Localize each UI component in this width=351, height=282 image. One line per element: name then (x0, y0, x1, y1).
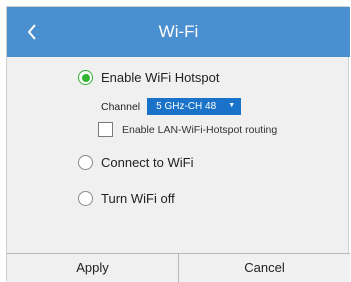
channel-select[interactable]: 5 GHz-CH 48 ▼ (147, 98, 242, 115)
wifi-dialog: Wi-Fi Enable WiFi Hotspot Channel 5 GHz-… (6, 6, 350, 282)
back-button[interactable] (17, 14, 47, 50)
dropdown-caret-icon: ▼ (228, 102, 236, 109)
chevron-left-icon (27, 24, 36, 40)
channel-label: Channel (101, 100, 141, 113)
turn-wifi-off-radio[interactable] (78, 191, 93, 206)
footer-bar: Apply Cancel (7, 253, 350, 282)
connect-wifi-option[interactable]: Connect to WiFi (78, 155, 193, 170)
channel-select-value: 5 GHz-CH 48 (156, 101, 217, 112)
turn-wifi-off-option[interactable]: Turn WiFi off (78, 191, 175, 206)
turn-wifi-off-label: Turn WiFi off (101, 191, 175, 206)
connect-wifi-label: Connect to WiFi (101, 155, 194, 170)
enable-hotspot-option[interactable]: Enable WiFi Hotspot (78, 70, 220, 85)
enable-hotspot-label: Enable WiFi Hotspot (101, 70, 220, 85)
lan-routing-option[interactable]: Enable LAN-WiFi-Hotspot routing (98, 122, 277, 137)
lan-routing-checkbox[interactable] (98, 122, 113, 137)
cancel-button[interactable]: Cancel (179, 254, 350, 282)
enable-hotspot-radio[interactable] (78, 70, 93, 85)
lan-routing-label: Enable LAN-WiFi-Hotspot routing (122, 123, 278, 136)
page-title: Wi-Fi (158, 22, 199, 41)
header-bar: Wi-Fi (7, 7, 350, 57)
apply-button[interactable]: Apply (7, 254, 179, 282)
channel-row: Channel 5 GHz-CH 48 ▼ (101, 98, 242, 115)
radio-selected-dot (81, 73, 90, 82)
connect-wifi-radio[interactable] (78, 155, 93, 170)
